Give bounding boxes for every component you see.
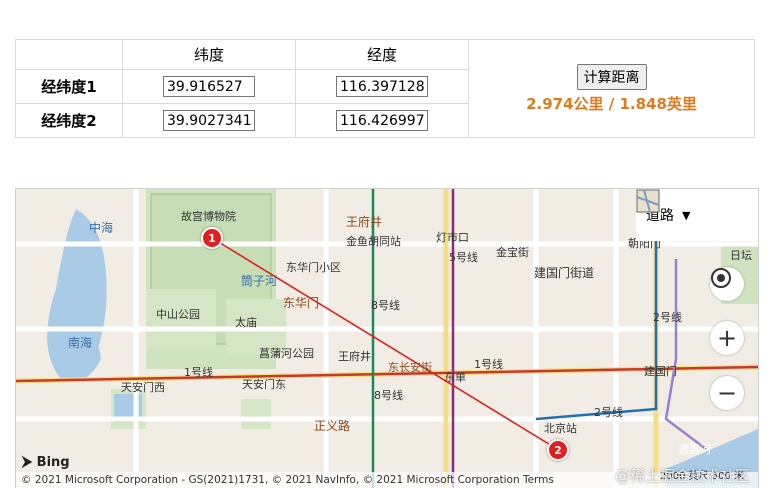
map-label-jgmjd: 建国门街道 — [534, 266, 595, 280]
map-label-wangfujing: 王府井 — [346, 215, 383, 229]
map-label-tiananmen-w: 天安门西 — [121, 381, 165, 394]
map-label-donghuamen: 东华门 — [283, 296, 320, 310]
row-label-1: 经纬度1 — [15, 69, 123, 104]
map-label-dhmxq: 东华门小区 — [286, 261, 341, 274]
map-label-dengshikou: 灯市口 — [436, 231, 469, 244]
map-label-dongdan: 东单 — [444, 371, 466, 384]
road-map-icon — [636, 189, 660, 213]
map-label-zhonghai: 中海 — [89, 221, 114, 235]
map-label-line8b: 8号线 — [374, 389, 403, 402]
map-label-gugong: 故宫博物院 — [181, 210, 236, 223]
map-label-wfj-line: 王府井 — [338, 350, 371, 363]
map-label-line2: 2号线 — [594, 406, 623, 419]
lng1-input[interactable] — [336, 76, 428, 97]
map-label-dongchangan: 东长安街 — [388, 361, 432, 374]
map-label-line1: 1号线 — [184, 366, 213, 379]
bing-logo: ⮞ Bing — [22, 454, 70, 470]
map-label-nanhai: 南海 — [68, 336, 93, 350]
map-label-jinbao: 金宝街 — [496, 246, 529, 259]
map-label-taimiao: 太庙 — [235, 316, 257, 329]
lng2-input[interactable] — [336, 110, 428, 131]
bing-icon: ⮞ — [22, 454, 33, 470]
distance-calculator-table: 纬度 经度 计算距离 2.974公里 / 1.848英里 经纬度1 经纬度2 — [15, 39, 755, 138]
plus-icon: + — [716, 324, 738, 352]
map-label-tiananmen-e: 天安门东 — [242, 378, 286, 391]
map-label-line8: 8号线 — [371, 299, 400, 312]
map-label-tongji: 通惠河 — [678, 443, 711, 456]
minus-icon: − — [716, 379, 738, 407]
watermark: @稀土掘金技术社区 — [614, 467, 750, 485]
map-label-jianguomen: 建国门 — [644, 365, 677, 378]
header-empty — [15, 39, 123, 70]
map-marker-2[interactable]: 2 — [547, 439, 569, 461]
map-label-jinyu: 金鱼胡同站 — [346, 235, 401, 248]
map-label-line2b: 2号线 — [653, 311, 682, 324]
locate-icon — [711, 268, 731, 288]
map-label-changpugong: 菖蒲河公园 — [259, 347, 314, 360]
distance-result: 2.974公里 / 1.848英里 — [526, 94, 697, 113]
row-label-2: 经纬度2 — [15, 103, 123, 138]
header-longitude: 经度 — [295, 39, 469, 70]
map-label-ritan: 日坛 — [730, 249, 752, 262]
map-label-line1b: 1号线 — [474, 358, 503, 371]
bing-text: Bing — [36, 455, 70, 470]
zoom-in-button[interactable]: + — [710, 321, 744, 355]
chevron-down-icon: ▼ — [682, 208, 691, 222]
action-cell: 计算距离 2.974公里 / 1.848英里 — [468, 39, 755, 138]
map-style-selector[interactable]: 道路 ▼ — [636, 189, 758, 241]
zoom-out-button[interactable]: − — [710, 376, 744, 410]
map-label-line5: 5号线 — [449, 251, 478, 264]
map-marker-1[interactable]: 1 — [201, 227, 223, 249]
map-label-beijingzhan: 北京站 — [544, 422, 577, 435]
map-label-zhongshan: 中山公园 — [156, 308, 200, 321]
header-latitude: 纬度 — [122, 39, 296, 70]
map-label-zhengyi: 正义路 — [314, 419, 351, 433]
locate-me-button[interactable] — [710, 267, 744, 301]
lat1-input[interactable] — [163, 76, 255, 97]
map-view[interactable]: 中海 故宫博物院 南海 中山公园 太庙 筒子河 东华门小区 东华门 王府井 金鱼… — [15, 188, 759, 488]
map-label-tongzihe: 筒子河 — [241, 274, 278, 288]
calculate-distance-button[interactable]: 计算距离 — [576, 63, 647, 90]
lat2-input[interactable] — [163, 110, 255, 131]
